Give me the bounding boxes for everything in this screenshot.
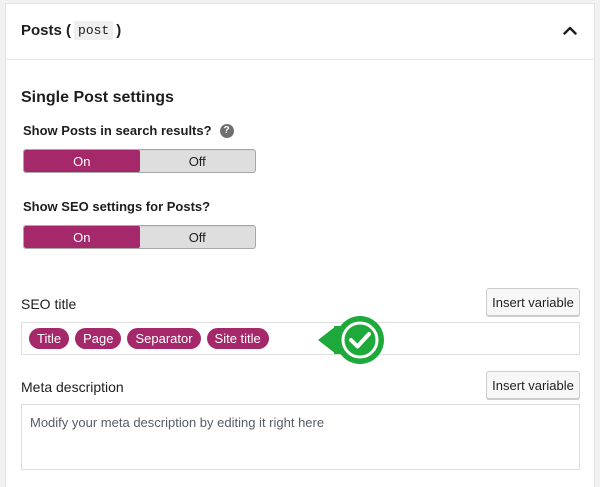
seo-title-insert-variable-button[interactable]: Insert variable [486, 288, 580, 316]
search-results-label: Show Posts in search results? ? [23, 123, 234, 138]
success-check-icon [318, 316, 384, 364]
panel-title-suffix: ) [116, 22, 122, 39]
meta-description-label: Meta description [21, 379, 124, 395]
panel-title-prefix: Posts ( [21, 22, 72, 39]
search-results-label-text: Show Posts in search results? [23, 123, 212, 138]
collapse-button[interactable] [558, 18, 582, 42]
search-results-toggle: On Off [23, 149, 256, 173]
seo-settings-toggle: On Off [23, 225, 256, 249]
seo-settings-on-option[interactable]: On [24, 226, 140, 248]
snippet-variable-chip[interactable]: Site title [206, 328, 269, 349]
meta-description-input[interactable]: Modify your meta description by editing … [21, 404, 580, 470]
snippet-variable-chip[interactable]: Separator [127, 328, 201, 349]
posts-settings-panel: Posts ( post ) Single Post settings Show… [6, 4, 594, 487]
meta-description-insert-variable-button[interactable]: Insert variable [486, 371, 580, 399]
search-results-on-option[interactable]: On [24, 150, 140, 172]
meta-description-placeholder: Modify your meta description by editing … [30, 415, 325, 430]
chevron-up-icon [563, 26, 577, 35]
seo-settings-off-option[interactable]: Off [140, 226, 256, 248]
post-type-code: post [74, 21, 114, 40]
seo-settings-label: Show SEO settings for Posts? [23, 199, 211, 214]
panel-header[interactable]: Posts ( post ) [6, 4, 594, 60]
search-results-off-option[interactable]: Off [140, 150, 256, 172]
snippet-variable-chip[interactable]: Page [75, 328, 122, 349]
seo-title-label: SEO title [21, 296, 77, 312]
help-icon[interactable]: ? [219, 123, 234, 138]
snippet-variable-chip[interactable]: Title [29, 328, 70, 349]
section-title: Single Post settings [21, 89, 174, 106]
panel-title: Posts ( post ) [21, 21, 121, 40]
seo-title-input[interactable]: Title Page Separator Site title [21, 322, 580, 355]
